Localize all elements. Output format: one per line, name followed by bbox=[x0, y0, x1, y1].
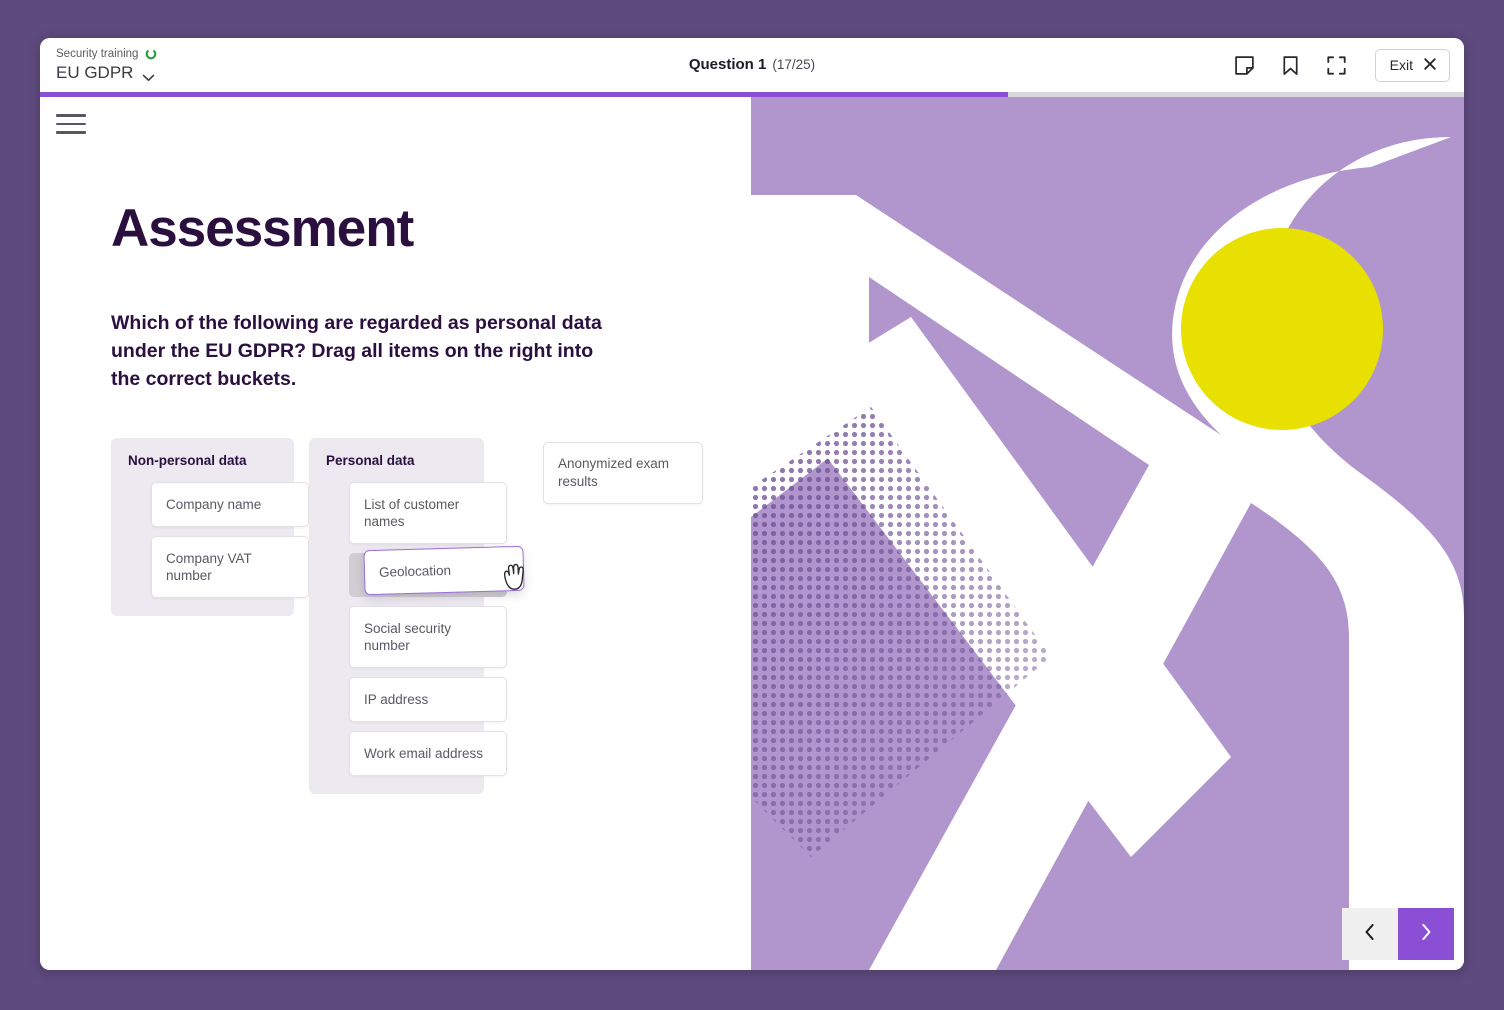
chevron-right-icon bbox=[1419, 923, 1433, 946]
pool-drag-item[interactable]: Anonymized exam results bbox=[543, 442, 703, 504]
course-name-label: EU GDPR bbox=[56, 63, 134, 82]
close-icon bbox=[1423, 57, 1437, 74]
next-slide-button[interactable] bbox=[1398, 908, 1454, 960]
slide-content: Assessment Which of the following are re… bbox=[40, 97, 751, 794]
exit-button-label: Exit bbox=[1389, 57, 1413, 73]
question-title: Question 1 bbox=[688, 56, 767, 73]
player-body: Assessment Which of the following are re… bbox=[40, 97, 1464, 970]
bucket-title: Personal data bbox=[326, 453, 415, 468]
progress-ring-icon bbox=[145, 48, 157, 60]
course-selector[interactable]: Security training EU GDPR bbox=[56, 47, 256, 83]
drag-item[interactable]: Company name bbox=[151, 482, 309, 527]
drag-item[interactable]: Company VAT number bbox=[151, 536, 309, 598]
note-icon[interactable] bbox=[1233, 53, 1257, 77]
drag-item[interactable]: Social security number bbox=[349, 606, 507, 668]
player-header: Security training EU GDPR Question 1 (17/… bbox=[40, 38, 1464, 92]
abstract-letterform-graphic bbox=[751, 97, 1464, 970]
drag-and-drop-area: Non-personal data Company name Company V… bbox=[111, 438, 751, 794]
previous-slide-button[interactable] bbox=[1342, 908, 1398, 960]
hamburger-menu-icon[interactable] bbox=[56, 111, 86, 137]
drag-item[interactable]: IP address bbox=[349, 677, 507, 722]
slide-navigation bbox=[1342, 908, 1454, 960]
bucket-personal-data[interactable]: Personal data List of customer names Soc… bbox=[309, 438, 507, 794]
bookmark-icon[interactable] bbox=[1279, 53, 1303, 77]
course-player-window: Security training EU GDPR Question 1 (17/… bbox=[40, 38, 1464, 970]
header-actions: Exit bbox=[1233, 48, 1450, 82]
exit-button[interactable]: Exit bbox=[1374, 48, 1450, 82]
question-count: (17/25) bbox=[772, 57, 816, 72]
page-title: Assessment bbox=[111, 199, 414, 258]
course-name-row[interactable]: EU GDPR bbox=[56, 62, 256, 83]
bucket-non-personal-data[interactable]: Non-personal data Company name Company V… bbox=[111, 438, 309, 616]
decorative-graphic-pane bbox=[751, 97, 1464, 970]
chevron-left-icon bbox=[1363, 923, 1377, 946]
fullscreen-icon[interactable] bbox=[1325, 53, 1349, 77]
drag-item[interactable]: Work email address bbox=[349, 731, 507, 776]
course-label-row: Security training bbox=[56, 47, 256, 61]
bucket-title: Non-personal data bbox=[128, 453, 247, 468]
drag-item[interactable]: List of customer names bbox=[349, 482, 507, 544]
chevron-down-icon[interactable] bbox=[142, 69, 155, 81]
question-text: Which of the following are regarded as p… bbox=[111, 312, 602, 390]
content-pane: Assessment Which of the following are re… bbox=[40, 97, 751, 970]
course-category-label: Security training bbox=[56, 48, 139, 60]
dragging-item[interactable]: Geolocation bbox=[363, 545, 525, 596]
